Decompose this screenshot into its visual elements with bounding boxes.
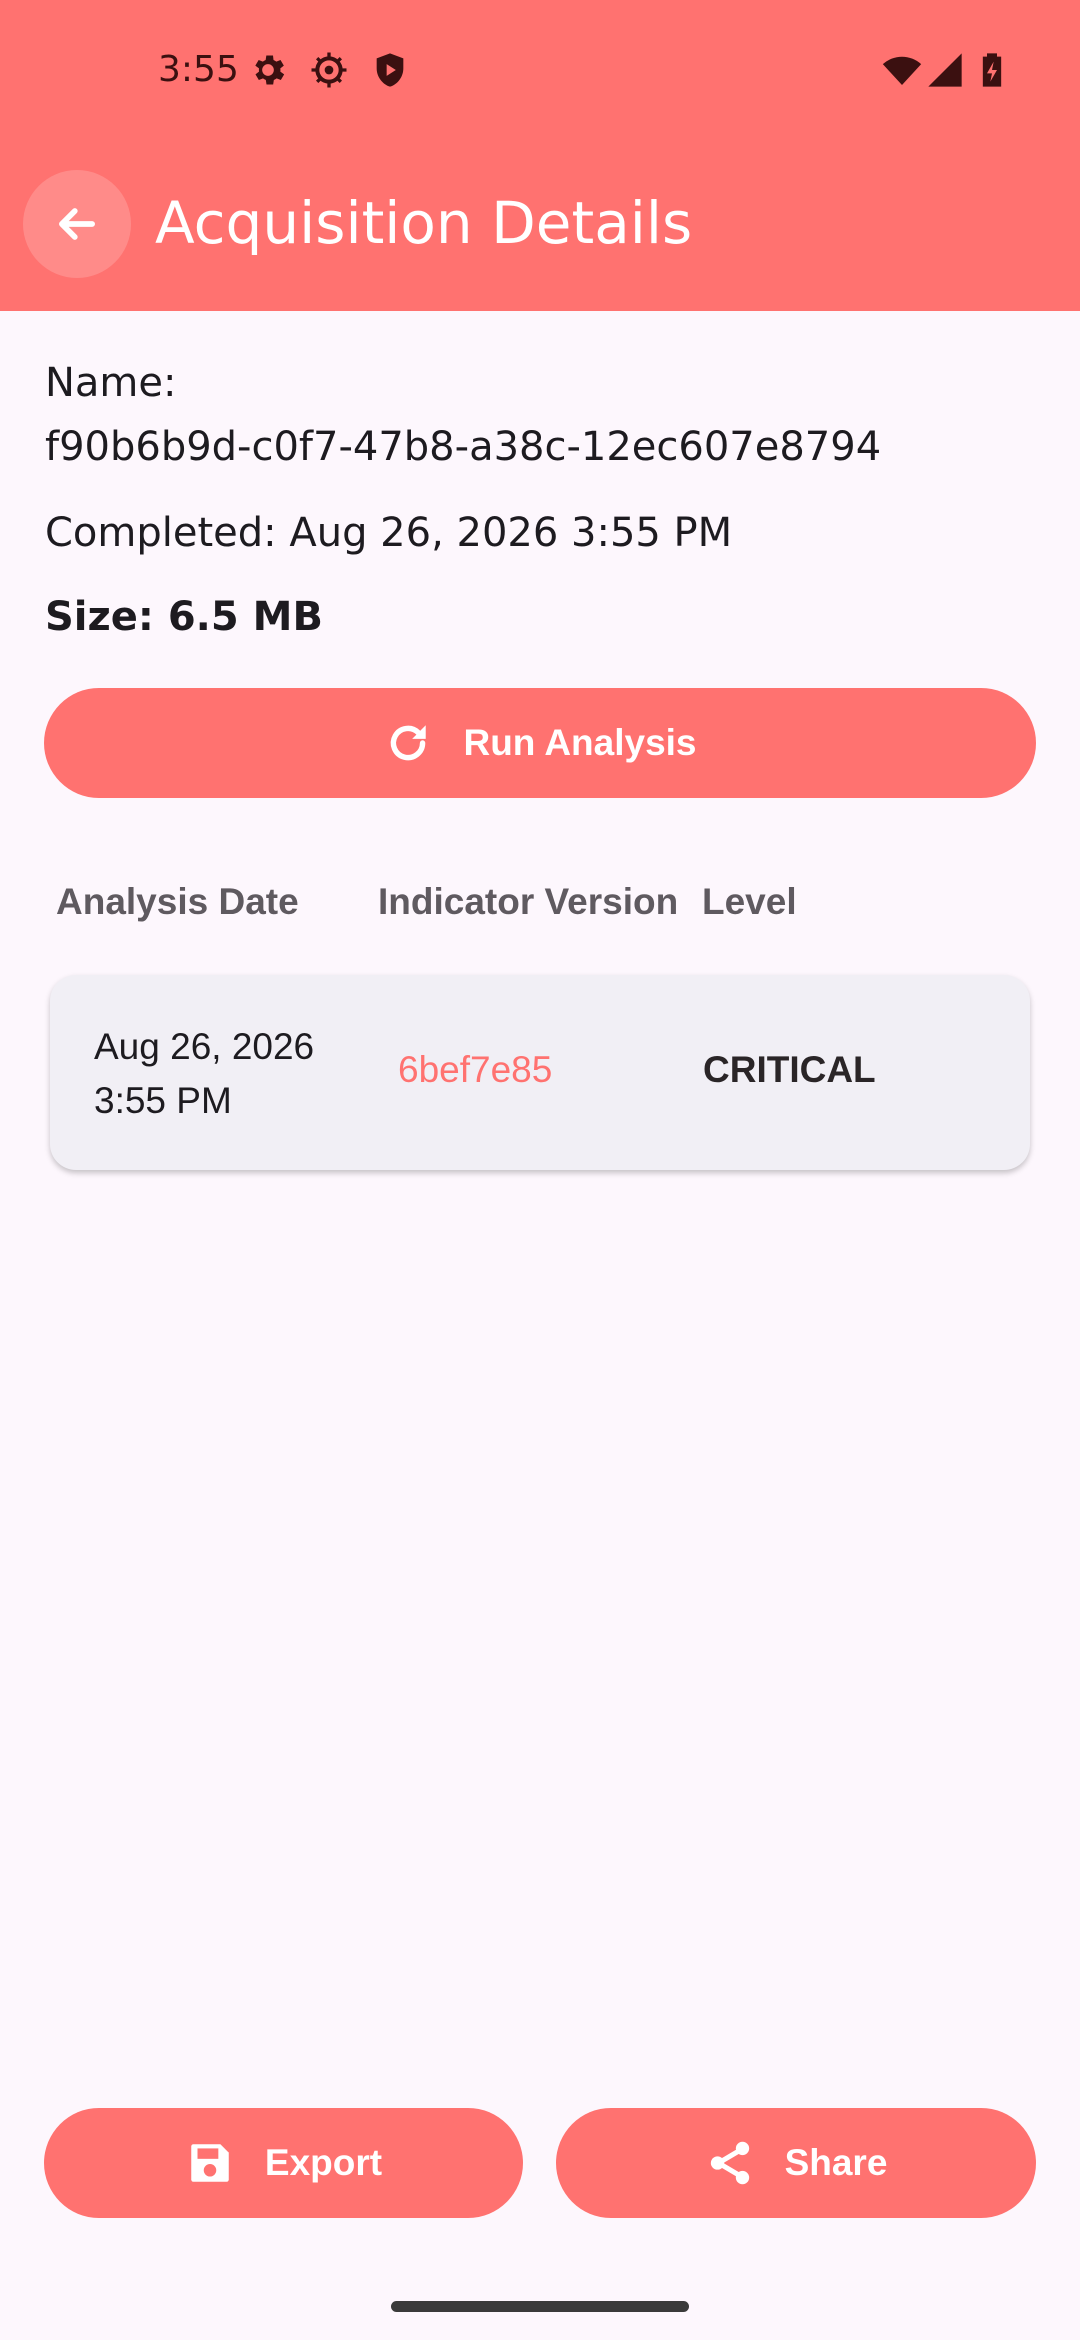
column-header-indicator-version: Indicator Version [378, 881, 679, 922]
export-label: Export [264, 2142, 383, 2183]
share-label: Share [784, 2142, 888, 2183]
name-label: Name: [45, 360, 177, 406]
wifi-icon [882, 50, 922, 90]
home-indicator[interactable] [391, 2301, 689, 2312]
size-text: Size: 6.5 MB [45, 594, 323, 640]
settings-gear-icon [248, 50, 288, 90]
app-bar: 3:55 Acquisition Details [0, 0, 1080, 311]
cell-signal-icon [925, 50, 965, 90]
export-button[interactable]: Export [44, 2108, 523, 2218]
column-header-level: Level [702, 881, 797, 922]
analysis-row[interactable]: Aug 26, 2026 3:55 PM 6bef7e85 CRITICAL [50, 975, 1030, 1170]
indicator-version: 6bef7e85 [398, 1049, 553, 1090]
acquisition-details-screen: 3:55 Acquisition Details Name: f90b6b9d-… [0, 0, 1080, 2340]
arrow-back-icon [51, 198, 103, 250]
share-icon [705, 2138, 755, 2188]
page-title: Acquisition Details [155, 189, 693, 257]
sync-gear-icon [309, 50, 349, 90]
name-value: f90b6b9d-c0f7-47b8-a38c-12ec607e8794 [45, 424, 882, 470]
completed-text: Completed: Aug 26, 2026 3:55 PM [45, 510, 733, 556]
back-button[interactable] [23, 170, 131, 278]
shield-play-icon [370, 50, 410, 90]
run-analysis-button[interactable]: Run Analysis [44, 688, 1036, 798]
save-icon [185, 2138, 235, 2188]
run-analysis-label: Run Analysis [463, 722, 697, 763]
level-value: CRITICAL [703, 1049, 876, 1090]
battery-charging-icon [972, 50, 1012, 90]
analysis-date: Aug 26, 2026 3:55 PM [94, 1026, 315, 1121]
column-header-analysis-date: Analysis Date [56, 881, 299, 922]
status-time: 3:55 [158, 49, 239, 90]
share-button[interactable]: Share [556, 2108, 1036, 2218]
refresh-icon [383, 718, 433, 768]
